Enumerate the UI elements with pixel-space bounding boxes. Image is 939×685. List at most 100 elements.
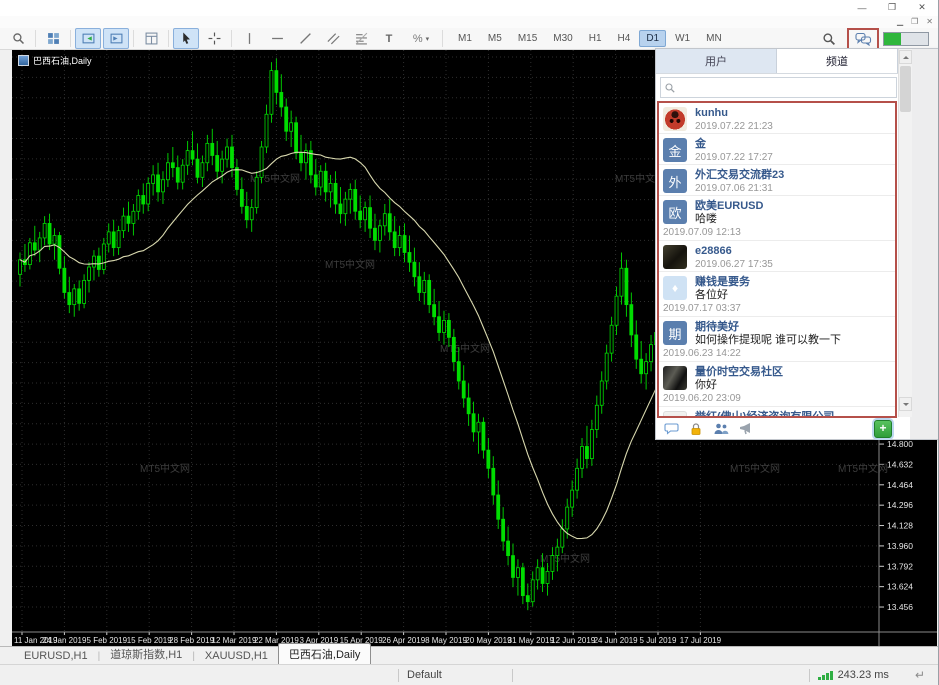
scroll-down-icon[interactable] [899,397,912,411]
timeframe-d1[interactable]: D1 [639,30,667,47]
svg-text:24 Jan 2019: 24 Jan 2019 [42,636,87,645]
chat-item-time: 2019.06.20 23:09 [663,393,741,404]
connection-signal-icon [817,670,833,680]
chart-tabs-bar: EURUSD,H1 | 道琼斯指数,H1 | XAUUSD,H1 巴西石油,Daily [0,643,938,664]
chat-item[interactable]: 金金 2019.07.22 17:27 [659,134,895,165]
scroll-up-icon[interactable] [899,50,912,64]
megaphone-icon[interactable] [739,422,754,440]
status-separator [511,668,513,682]
svg-text:24 Jun 2019: 24 Jun 2019 [594,636,639,645]
avatar [663,366,687,390]
avatar: ♦ [663,276,687,300]
chat-item-time: 2019.07.06 21:31 [695,183,773,194]
search-icon[interactable] [816,28,842,49]
chart-tab-2[interactable]: XAUUSD,H1 [195,648,278,664]
scrollbar-thumb[interactable] [900,66,911,112]
chat-item[interactable]: 期期待美好 如何操作提现呢 谁可以教一下 2019.06.23 14:22 [659,317,895,362]
trend-line-icon[interactable] [292,28,318,49]
chat-item-time: 2019.07.22 17:27 [695,152,773,163]
chart-shift-icon[interactable] [103,28,129,49]
status-bar: Default 243.23 ms ↵ [0,664,938,685]
svg-text:MT5中文网: MT5中文网 [325,258,375,271]
chevron-down-icon: ▾ [425,35,430,43]
timeframe-bar: M1 M5 M15 M30 H1 H4 D1 W1 MN [450,30,730,47]
chat-item-time: 2019.06.27 17:35 [695,259,773,270]
connection-progress-fill [884,32,901,45]
chat-item-name: 金 [695,138,706,150]
chat-actions-bar [656,421,898,441]
toolbar-separator [168,30,169,47]
chat-item-name: 外汇交易交流群23 [695,169,785,181]
equidistant-channel-icon[interactable] [320,28,346,49]
chat-item-name: 量价时空交易社区 [695,366,783,378]
text-tool-icon[interactable]: T [376,28,402,49]
avatar [663,245,687,269]
status-separator [398,668,399,682]
child-restore-button[interactable]: ❐ [911,16,918,27]
arrows-dropdown-icon[interactable]: % ▾ [404,28,438,49]
chart-tab-1[interactable]: 道琼斯指数,H1 [100,644,192,664]
chart-tab-3[interactable]: 巴西石油,Daily [277,643,372,664]
chat-item[interactable]: 欧欧美EURUSD 哈喽 2019.07.09 12:13 [659,196,895,241]
magnifier-icon[interactable] [5,28,31,49]
chat-item[interactable]: ♦ 赚钱是要务 各位好 2019.07.17 03:37 [659,272,895,317]
chat-bubble-icon[interactable] [664,422,679,440]
auto-scroll-icon[interactable] [75,28,101,49]
minimize-button[interactable]: — [847,0,877,15]
close-button[interactable]: ✕ [907,0,937,15]
chat-item-message: 哈喽 [695,213,717,225]
timeframe-m15[interactable]: M15 [511,30,544,47]
chat-item-time: 2019.07.09 12:13 [663,227,741,238]
chat-item[interactable]: kunhu 2019.07.22 21:23 [659,103,895,134]
chat-item[interactable]: 外外汇交易交流群23 2019.07.06 21:31 [659,165,895,196]
maximize-button[interactable]: ❐ [877,0,907,15]
timeframe-m30[interactable]: M30 [546,30,579,47]
fibonacci-icon[interactable] [348,28,374,49]
svg-text:14.632: 14.632 [887,459,913,469]
vertical-line-icon[interactable] [236,28,262,49]
chat-icon-highlight [847,27,879,50]
avatar: 金 [663,138,687,162]
tile-windows-icon[interactable] [40,28,66,49]
new-chart-icon[interactable] [138,28,164,49]
chart-tab-0[interactable]: EURUSD,H1 [14,648,98,664]
svg-text:12 Mar 2019: 12 Mar 2019 [212,636,257,645]
avatar [663,107,687,131]
svg-text:13.792: 13.792 [887,561,913,571]
timeframe-w1[interactable]: W1 [668,30,697,47]
title-bar: — ❐ ✕ [0,0,938,16]
tab-users[interactable]: 用户 [656,49,777,73]
timeframe-m5[interactable]: M5 [481,30,509,47]
child-close-button[interactable]: ✕ [926,16,933,27]
add-channel-button[interactable]: + [874,420,892,438]
toolbar-separator [35,30,36,47]
horizontal-line-icon[interactable] [264,28,290,49]
lock-icon[interactable] [689,422,703,441]
timeframe-h4[interactable]: H4 [611,30,638,47]
crosshair-icon[interactable] [201,28,227,49]
chat-scrollbar[interactable] [898,49,912,417]
child-minimize-button[interactable]: ▁ [897,16,903,27]
svg-text:17 Jul 2019: 17 Jul 2019 [680,636,722,645]
chat-item-name: 赚钱是要务 [695,276,750,288]
tab-channels[interactable]: 频道 [777,49,898,73]
cursor-icon[interactable] [173,28,199,49]
svg-text:MT5中文网: MT5中文网 [440,342,490,355]
chat-item[interactable]: 量价时空交易社区 你好 2019.06.20 23:09 [659,362,895,407]
timeframe-m1[interactable]: M1 [451,30,479,47]
profile-selector[interactable]: Default [407,669,442,681]
chat-item-name: 欧美EURUSD [695,200,764,212]
status-separator [808,668,810,682]
chat-search-input[interactable] [676,79,896,96]
scroll-to-end-icon[interactable]: ↵ [915,668,925,682]
group-icon[interactable] [713,422,729,440]
chat-item[interactable]: 誉红(佛山)经济咨询有限公司 [659,407,895,416]
chat-icon[interactable] [854,32,872,46]
svg-text:14.128: 14.128 [887,521,913,531]
avatar: 期 [663,321,687,345]
timeframe-mn[interactable]: MN [699,30,729,47]
chat-item[interactable]: e28866 2019.06.27 17:35 [659,241,895,272]
chart-symbol-text: 巴西石油,Daily [33,56,92,66]
timeframe-h1[interactable]: H1 [582,30,609,47]
chat-item-time: 2019.07.22 21:23 [695,121,773,132]
